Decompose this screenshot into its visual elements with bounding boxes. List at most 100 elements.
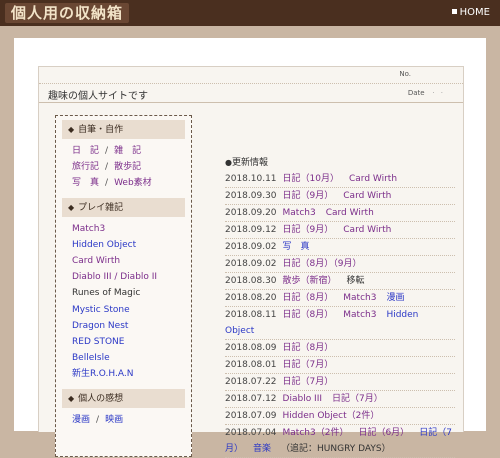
sidebar-link[interactable]: Match3 <box>72 224 105 234</box>
site-logo[interactable]: 個人用の収納箱 <box>5 3 130 23</box>
sidebar-link[interactable]: Hidden Object <box>72 240 136 250</box>
update-link[interactable]: Card Wirth <box>326 208 374 218</box>
update-row: 2018.09.02 写 真 <box>225 239 455 256</box>
sidebar-section-title: プレイ雑記 <box>78 202 124 213</box>
home-link[interactable]: HOME <box>451 6 490 20</box>
update-link[interactable]: Match3（2件） <box>283 428 349 438</box>
updates-heading: ●更新情報 <box>225 155 455 171</box>
update-row: 2018.10.11 日記（10月） Card Wirth <box>225 171 455 188</box>
diamond-icon: ◆ <box>68 125 75 134</box>
update-date: 2018.09.12 <box>225 225 277 235</box>
update-row: 2018.07.04 Match3（2件） 日記（6月） 日記（7月） 音楽 （追記：HU… <box>225 425 455 458</box>
sidebar-item: Match3 <box>72 221 191 237</box>
update-link[interactable]: 音楽 <box>253 444 271 454</box>
update-row: 2018.08.09 日記（8月） <box>225 340 455 357</box>
sidebar-item: 漫画 / 映画 <box>72 412 191 428</box>
sidebar-item: Mystic Stone <box>72 302 191 318</box>
update-link[interactable]: 日記（8月） <box>283 293 334 303</box>
sidebar-section-title: 自筆・自作 <box>78 125 124 135</box>
sidebar-link: Runes of Magic <box>72 288 141 299</box>
update-date: 2018.08.11 <box>225 310 277 320</box>
update-link[interactable]: Card Wirth <box>349 174 397 184</box>
sidebar-item: 旅行記 / 散歩記 <box>72 159 191 175</box>
date-label-text: Date <box>407 89 425 97</box>
update-link[interactable]: 漫画 <box>386 293 404 303</box>
update-row: 2018.09.12 日記（9月） Card Wirth <box>225 222 455 239</box>
update-link[interactable]: 日記（10月） <box>283 174 339 184</box>
update-date: 2018.09.30 <box>225 191 277 201</box>
update-date: 2018.10.11 <box>225 174 277 184</box>
site-title: 趣味の個人サイトです <box>48 91 148 102</box>
update-row: 2018.08.20 日記（8月） Match3 漫画 <box>225 290 455 307</box>
update-link[interactable]: 日記（7月） <box>283 360 334 370</box>
sidebar-link[interactable]: 雑 記 <box>114 146 141 156</box>
update-date: 2018.07.09 <box>225 411 277 421</box>
update-link[interactable]: Hidden Object（2件） <box>283 411 380 421</box>
update-link[interactable]: 日記（7月） <box>283 377 334 387</box>
sidebar-item: BelleIsle <box>72 350 191 366</box>
update-link[interactable]: 日記（8月）（9月） <box>283 259 362 269</box>
update-date: 2018.08.20 <box>225 293 277 303</box>
update-date: 2018.07.22 <box>225 377 277 387</box>
sidebar-link[interactable]: Mystic Stone <box>72 305 130 315</box>
update-link[interactable]: Card Wirth <box>343 191 391 201</box>
update-row: 2018.09.30 日記（9月） Card Wirth <box>225 188 455 205</box>
top-bar: 個人用の収納箱 HOME <box>0 0 500 26</box>
sidebar-link[interactable]: Web素材 <box>114 178 152 188</box>
sidebar-link[interactable]: 散歩記 <box>114 162 141 172</box>
sidebar-link[interactable]: BelleIsle <box>72 353 110 363</box>
update-row: 2018.08.01 日記（7月） <box>225 357 455 374</box>
sidebar-item: 日 記 / 雑 記 <box>72 143 191 159</box>
sidebar-link[interactable]: Card Wirth <box>72 256 120 266</box>
bullet-icon: ● <box>225 158 232 167</box>
sidebar-list: 日 記 / 雑 記旅行記 / 散歩記写 真 / Web素材 <box>72 143 191 192</box>
diamond-icon: ◆ <box>68 202 75 212</box>
update-date: 2018.07.04 <box>225 428 277 438</box>
update-link[interactable]: 日記（7月） <box>332 394 383 404</box>
sidebar-section-title: 個人の感想 <box>78 393 124 404</box>
sidebar-link[interactable]: Dragon Nest <box>72 321 128 331</box>
sidebar-section-header: ◆ プレイ雑記 <box>62 197 185 217</box>
content-panel: No. 趣味の個人サイトです Date ·· ◆ 自筆・自作日 記 / 雑 記旅行記 / 散… <box>38 66 464 458</box>
update-link[interactable]: Match3 <box>283 208 316 218</box>
update-link[interactable]: Card Wirth <box>343 225 391 235</box>
update-link[interactable]: Diablo III <box>283 394 323 404</box>
sidebar-link[interactable]: 旅行記 <box>72 162 99 172</box>
page-body: No. 趣味の個人サイトです Date ·· ◆ 自筆・自作日 記 / 雑 記旅行記 / 散… <box>14 38 486 458</box>
sidebar-list: 漫画 / 映画 <box>72 412 191 428</box>
sidebar-link[interactable]: 漫画 <box>72 415 90 425</box>
update-row: 2018.09.20 Match3 Card Wirth <box>225 205 455 222</box>
update-date: 2018.08.30 <box>225 276 277 286</box>
update-link[interactable]: 日記（8月） <box>283 310 334 320</box>
sidebar-link[interactable]: 新生R.O.H.A.N <box>72 369 133 379</box>
update-link[interactable]: 日記（6月） <box>358 428 409 438</box>
number-label: No. <box>399 70 411 78</box>
sidebar-item: Hidden Object <box>72 237 191 253</box>
sidebar: ◆ 自筆・自作日 記 / 雑 記旅行記 / 散歩記写 真 / Web素材 ◆ プレイ雑記 Match… <box>55 115 192 457</box>
update-row: 2018.07.22 日記（7月） <box>225 374 455 391</box>
sidebar-item: Dragon Nest <box>72 318 191 334</box>
sidebar-link[interactable]: RED STONE <box>72 337 124 347</box>
update-link[interactable]: 日記（9月） <box>283 191 334 201</box>
update-date: 2018.08.09 <box>225 343 277 353</box>
sidebar-link[interactable]: 写 真 <box>72 178 99 188</box>
update-date: 2018.09.02 <box>225 242 277 252</box>
update-row: 2018.07.12 Diablo III 日記（7月） <box>225 391 455 408</box>
update-link[interactable]: 日記（8月） <box>283 343 334 353</box>
sidebar-link[interactable]: 日 記 <box>72 146 99 156</box>
update-date: 2018.09.20 <box>225 208 277 218</box>
separator: / <box>105 146 109 156</box>
sidebar-link[interactable]: Diablo III / Diablo II <box>72 272 157 282</box>
sidebar-link[interactable]: 映画 <box>105 415 123 425</box>
date-label: Date ·· <box>408 89 449 97</box>
update-row: 2018.08.11 日記（8月） Match3 Hidden Object <box>225 307 455 340</box>
update-link[interactable]: 散歩（新宿） <box>283 276 337 286</box>
header-row-number: No. <box>39 67 463 84</box>
update-link[interactable]: 日記（9月） <box>283 225 334 235</box>
update-link[interactable]: Match3 <box>343 310 376 320</box>
update-link[interactable]: 写 真 <box>283 242 310 252</box>
sidebar-item: RED STONE <box>72 334 191 350</box>
update-link[interactable]: Match3 <box>343 293 376 303</box>
update-row: 2018.07.09 Hidden Object（2件） <box>225 408 455 425</box>
update-link: （追記：HUNGRY DAYS） <box>281 444 391 454</box>
